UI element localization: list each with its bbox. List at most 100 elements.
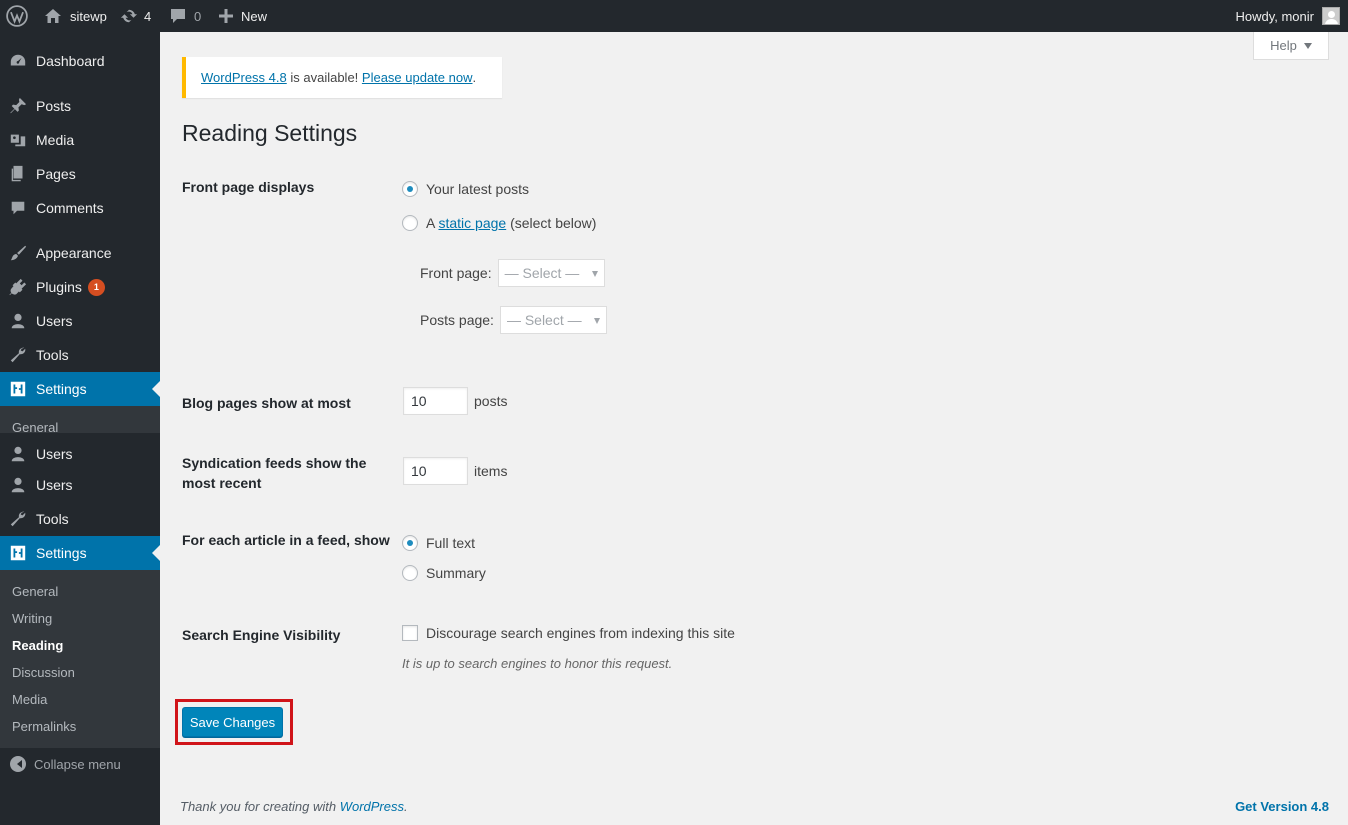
- sidebar-item-label: Tools: [36, 347, 69, 363]
- wordpress-version-link[interactable]: WordPress 4.8: [201, 70, 287, 85]
- sidebar-item-label: Dashboard: [36, 53, 105, 69]
- sidebar-item-label: Settings: [36, 545, 87, 561]
- sidebar-item-pages[interactable]: Pages: [0, 157, 160, 191]
- update-now-link[interactable]: Please update now: [362, 70, 473, 85]
- home-icon: [45, 9, 61, 23]
- pin-icon: [0, 97, 36, 115]
- sidebar-item-settings[interactable]: Settings: [0, 536, 160, 570]
- radio-full-text[interactable]: Full text: [402, 535, 475, 551]
- radio-button[interactable]: [402, 181, 418, 197]
- sidebar-item-label: Settings: [36, 381, 87, 397]
- submenu-item-general[interactable]: General: [12, 420, 58, 435]
- sidebar-item-users[interactable]: Users: [0, 304, 160, 338]
- radio-label-prefix: A: [426, 215, 439, 231]
- footer-thanks: Thank you for creating with WordPress.: [180, 799, 408, 814]
- front-page-label: Front page:: [420, 265, 492, 281]
- footer-thanks-text: Thank you for creating with: [180, 799, 340, 814]
- radio-button[interactable]: [402, 215, 418, 231]
- discourage-search-checkbox[interactable]: [402, 625, 418, 641]
- user-icon: [0, 312, 36, 330]
- avatar: [1322, 7, 1340, 25]
- syndication-label: Syndication feeds show the most recent: [182, 455, 367, 491]
- submenu-item-permalinks[interactable]: Permalinks: [12, 719, 76, 734]
- get-version-link[interactable]: Get Version 4.8: [1235, 799, 1329, 814]
- radio-label-suffix: (select below): [506, 215, 597, 231]
- dashboard-icon: [0, 52, 36, 70]
- collapse-menu-label: Collapse menu: [34, 756, 121, 772]
- collapse-arrow-icon: [10, 756, 26, 772]
- posts-page-select[interactable]: — Select —: [499, 306, 607, 334]
- radio-summary[interactable]: Summary: [402, 565, 486, 581]
- posts-page-label: Posts page:: [420, 312, 494, 328]
- triangle-down-icon: [1303, 42, 1312, 49]
- sidebar-item-label: Posts: [36, 98, 72, 114]
- settings-icon: [0, 544, 36, 562]
- new-content-link[interactable]: New: [219, 0, 267, 32]
- radio-latest-posts[interactable]: Your latest posts: [402, 181, 529, 197]
- sidebar-item-users[interactable]: Users: [0, 437, 160, 471]
- plugin-icon: [0, 278, 36, 296]
- submenu-item-discussion[interactable]: Discussion: [12, 665, 75, 680]
- wrench-icon: [0, 510, 36, 528]
- greeting: Howdy, monir: [1235, 8, 1314, 24]
- sidebar-item-label: Comments: [36, 200, 104, 216]
- wordpress-link[interactable]: WordPress: [340, 799, 404, 814]
- submenu-item-reading[interactable]: Reading: [12, 638, 63, 653]
- posts-page-select-row: Posts page: — Select —: [420, 306, 607, 334]
- sidebar-item-label: Plugins: [36, 279, 82, 295]
- user-icon: [0, 476, 36, 494]
- my-account-link[interactable]: Howdy, monir: [1235, 0, 1340, 32]
- radio-label: Your latest posts: [426, 181, 529, 197]
- updates-link[interactable]: 4: [120, 0, 151, 32]
- help-tab-button[interactable]: Help: [1253, 32, 1329, 60]
- collapse-menu-button[interactable]: Collapse menu: [0, 753, 160, 775]
- comments-count: 0: [194, 8, 202, 24]
- sidebar-item-media[interactable]: Media: [0, 123, 160, 157]
- submenu-item-media[interactable]: Media: [12, 692, 47, 707]
- plugin-update-badge: 1: [87, 278, 105, 296]
- radio-label: Full text: [426, 535, 476, 551]
- user-icon: [0, 445, 36, 463]
- submenu-item-general[interactable]: General: [12, 584, 58, 599]
- syndication-input[interactable]: 10: [403, 457, 468, 485]
- search-visibility-description: It is up to search engines to honor this…: [402, 656, 673, 671]
- blog-pages-row: 10 posts: [403, 387, 507, 415]
- front-page-select[interactable]: — Select —: [497, 259, 605, 287]
- blog-pages-input[interactable]: 10: [403, 387, 468, 415]
- wordpress-logo-icon[interactable]: [6, 0, 28, 32]
- sidebar-item-posts[interactable]: Posts: [0, 89, 160, 123]
- radio-button[interactable]: [402, 535, 418, 551]
- sidebar-item-plugins[interactable]: Plugins 1: [0, 270, 160, 304]
- settings-submenu-partial: General: [0, 406, 160, 435]
- radio-button[interactable]: [402, 565, 418, 581]
- discourage-search-checkbox-row[interactable]: Discourage search engines from indexing …: [402, 625, 735, 641]
- settings-submenu: General Writing Reading Discussion Media…: [0, 570, 160, 748]
- sidebar-item-comments[interactable]: Comments: [0, 191, 160, 225]
- sidebar-item-label: Pages: [36, 166, 76, 182]
- sidebar-item-tools[interactable]: Tools: [0, 502, 160, 536]
- submenu-item-writing[interactable]: Writing: [12, 611, 52, 626]
- comments-link[interactable]: 0: [170, 0, 201, 32]
- sidebar-item-tools[interactable]: Tools: [0, 338, 160, 372]
- comment-icon: [171, 9, 185, 23]
- sidebar-item-label: Media: [36, 132, 75, 148]
- updates-count: 4: [144, 8, 152, 24]
- syndication-unit: items: [474, 463, 508, 479]
- pages-icon: [0, 165, 36, 183]
- sidebar-item-users[interactable]: Users: [0, 468, 160, 502]
- plus-icon: [219, 9, 233, 23]
- sidebar-item-settings[interactable]: Settings: [0, 372, 160, 406]
- radio-static-page[interactable]: A static page (select below): [402, 215, 596, 231]
- footer-thanks-end: .: [404, 799, 408, 814]
- update-notice: WordPress 4.8 is available! Please updat…: [182, 57, 502, 98]
- sidebar-item-label: Users: [36, 446, 73, 462]
- blog-pages-label: Blog pages show at most: [182, 395, 351, 411]
- static-page-link[interactable]: static page: [438, 215, 506, 231]
- site-name-link[interactable]: sitewp: [44, 0, 107, 32]
- save-changes-button[interactable]: Save Changes: [182, 707, 283, 737]
- notice-text: is available!: [286, 70, 362, 85]
- wrench-icon: [0, 346, 36, 364]
- select-value: — Select —: [506, 312, 582, 328]
- sidebar-item-appearance[interactable]: Appearance: [0, 236, 160, 270]
- sidebar-item-dashboard[interactable]: Dashboard: [0, 44, 160, 78]
